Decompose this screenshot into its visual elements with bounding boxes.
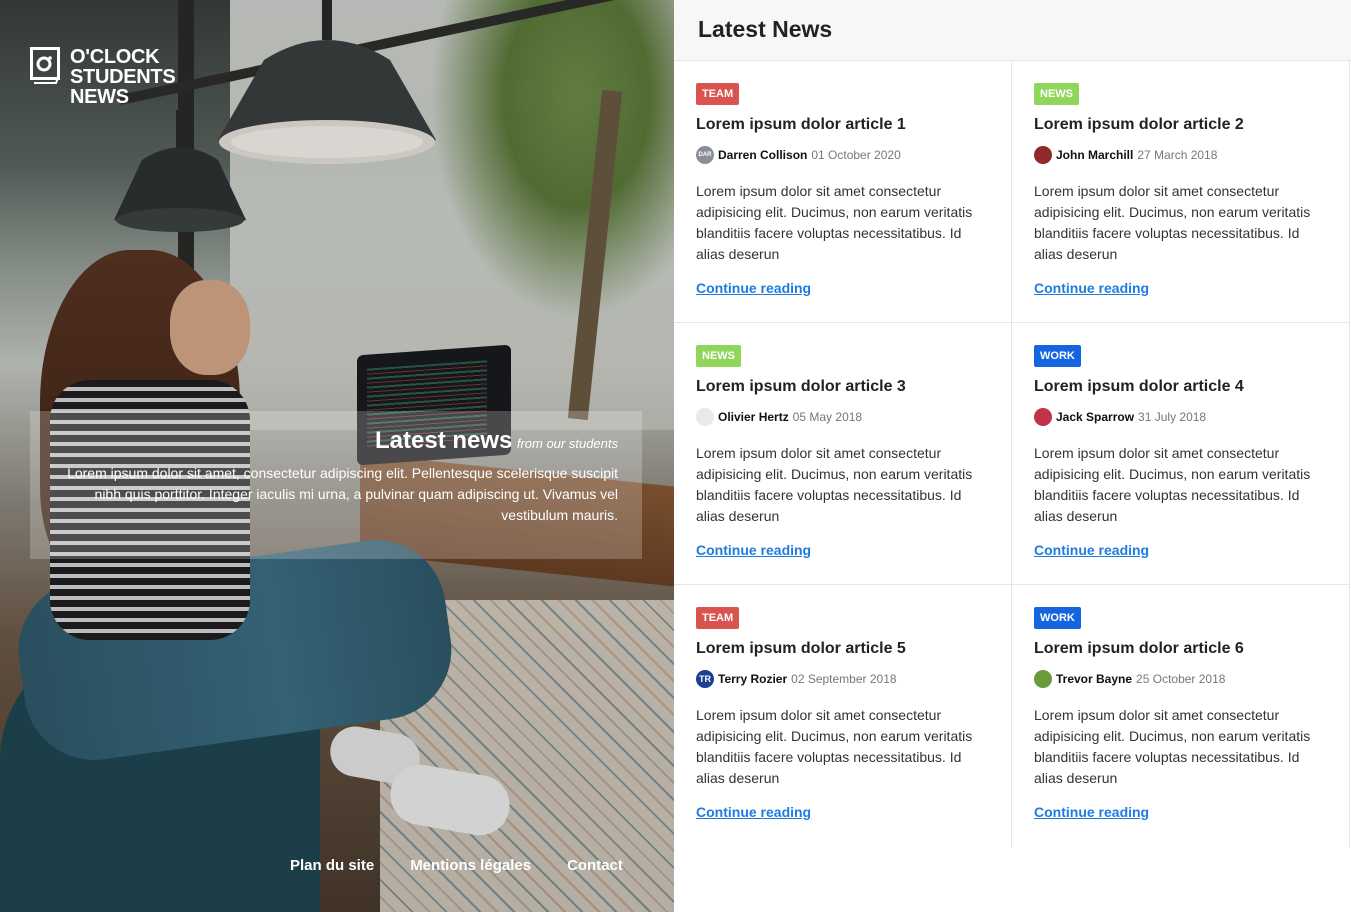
publish-date: 27 March 2018 [1137,148,1218,162]
intro-text: Lorem ipsum dolor sit amet, consectetur … [67,465,618,523]
category-badge[interactable]: TEAM [696,607,740,629]
article-title[interactable]: Lorem ipsum dolor article 3 [696,378,990,396]
category-badge[interactable]: WORK [1034,345,1081,367]
news-panel: Latest News TEAM Lorem ipsum dolor artic… [674,0,1351,912]
publish-date: 31 July 2018 [1138,410,1207,424]
author-name[interactable]: John Marchill [1056,148,1133,162]
article-card: NEWS Lorem ipsum dolor article 3 Olivier… [674,323,1012,585]
article-meta: TR Terry Rozier 02 September 2018 [696,670,990,688]
continue-reading-link[interactable]: Continue reading [1034,542,1149,558]
category-badge[interactable]: NEWS [696,345,741,367]
author-avatar [1034,408,1052,426]
article-title[interactable]: Lorem ipsum dolor article 4 [1034,378,1328,396]
article-meta: Trevor Bayne 25 October 2018 [1034,670,1328,688]
article-meta: Jack Sparrow 31 July 2018 [1034,408,1328,426]
footer-link-plan-du-site[interactable]: Plan du site [272,857,392,874]
category-badge[interactable]: WORK [1034,607,1081,629]
article-excerpt: Lorem ipsum dolor sit amet consectetur a… [1034,183,1311,262]
article-card: TEAM Lorem ipsum dolor article 1 DAR Dar… [674,61,1012,323]
author-name[interactable]: Darren Collison [718,148,807,162]
author-avatar [1034,670,1052,688]
article-title[interactable]: Lorem ipsum dolor article 5 [696,640,990,658]
article-card: TEAM Lorem ipsum dolor article 5 TR Terr… [674,585,1012,847]
continue-reading-link[interactable]: Continue reading [696,542,811,558]
article-excerpt: Lorem ipsum dolor sit amet consectetur a… [696,183,973,262]
footer-link-mentions-legales[interactable]: Mentions légales [392,857,549,874]
category-badge[interactable]: NEWS [1034,83,1079,105]
footer-nav: Plan du site Mentions légales Contact [272,857,641,874]
logo-line-1: O'CLOCK [70,46,160,68]
author-name[interactable]: Jack Sparrow [1056,410,1134,424]
news-logo-icon [30,47,60,84]
continue-reading-link[interactable]: Continue reading [696,804,811,820]
author-avatar: TR [696,670,714,688]
article-card: WORK Lorem ipsum dolor article 6 Trevor … [1012,585,1350,847]
continue-reading-link[interactable]: Continue reading [1034,280,1149,296]
hero-section: O'CLOCK STUDENTS NEWS Latest news from o… [0,0,674,912]
article-meta: DAR Darren Collison 01 October 2020 [696,146,990,164]
article-title[interactable]: Lorem ipsum dolor article 6 [1034,640,1328,658]
article-title[interactable]: Lorem ipsum dolor article 1 [696,116,990,134]
site-logo[interactable]: O'CLOCK STUDENTS NEWS [30,46,176,108]
article-excerpt: Lorem ipsum dolor sit amet consectetur a… [1034,445,1311,524]
category-badge[interactable]: TEAM [696,83,740,105]
author-avatar [696,408,714,426]
author-avatar: DAR [696,146,714,164]
author-name[interactable]: Trevor Bayne [1056,672,1132,686]
footer-link-contact[interactable]: Contact [549,857,641,874]
article-excerpt: Lorem ipsum dolor sit amet consectetur a… [696,707,973,786]
continue-reading-link[interactable]: Continue reading [696,280,811,296]
intro-box: Latest news from our students Lorem ipsu… [30,411,642,559]
intro-title: Latest news [375,427,513,454]
intro-subtitle: from our students [516,436,618,451]
panel-title: Latest News [698,16,833,42]
article-meta: John Marchill 27 March 2018 [1034,146,1328,164]
author-name[interactable]: Terry Rozier [718,672,787,686]
article-excerpt: Lorem ipsum dolor sit amet consectetur a… [1034,707,1311,786]
article-card: WORK Lorem ipsum dolor article 4 Jack Sp… [1012,323,1350,585]
article-title[interactable]: Lorem ipsum dolor article 2 [1034,116,1328,134]
logo-line-2: STUDENTS [70,66,176,88]
panel-header: Latest News [674,0,1351,61]
author-name[interactable]: Olivier Hertz [718,410,789,424]
article-card: NEWS Lorem ipsum dolor article 2 John Ma… [1012,61,1350,323]
publish-date: 01 October 2020 [811,148,901,162]
article-meta: Olivier Hertz 05 May 2018 [696,408,990,426]
logo-text: O'CLOCK STUDENTS NEWS [70,46,176,108]
article-grid: TEAM Lorem ipsum dolor article 1 DAR Dar… [674,61,1351,847]
publish-date: 02 September 2018 [791,672,897,686]
logo-line-3: NEWS [70,86,129,108]
author-avatar [1034,146,1052,164]
publish-date: 05 May 2018 [792,410,863,424]
continue-reading-link[interactable]: Continue reading [1034,804,1149,820]
article-excerpt: Lorem ipsum dolor sit amet consectetur a… [696,445,973,524]
publish-date: 25 October 2018 [1136,672,1226,686]
